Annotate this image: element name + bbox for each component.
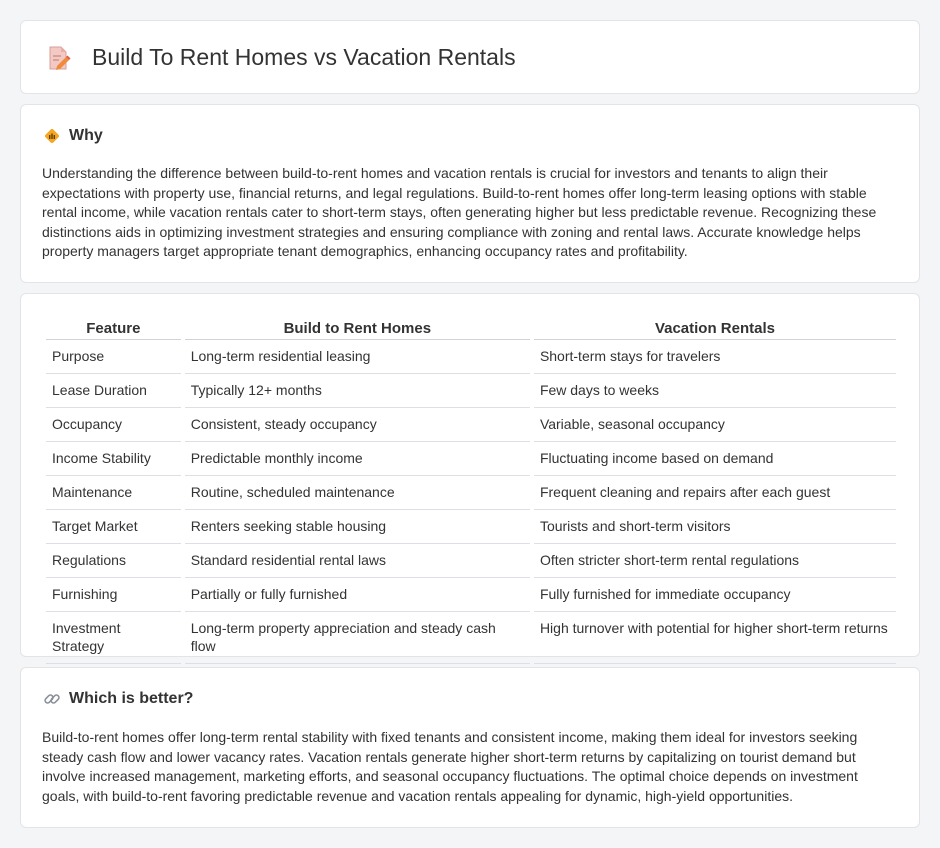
feature-cell: Purpose: [46, 340, 181, 374]
why-title: Why: [69, 127, 103, 144]
table-row: Target Market Renters seeking stable hou…: [46, 510, 896, 544]
comparison-section: Feature Build to Rent Homes Vacation Ren…: [20, 293, 920, 664]
feature-cell: Maintenance: [46, 476, 181, 510]
table-row: Purpose Long-term residential leasing Sh…: [46, 340, 896, 374]
vacation-rental-cell: High turnover with potential for higher …: [533, 612, 896, 664]
vacation-rental-cell: Fluctuating income based on demand: [533, 442, 896, 476]
feature-cell: Regulations: [46, 544, 181, 578]
feature-cell: Investment Strategy: [46, 612, 181, 664]
build-to-rent-cell: Renters seeking stable housing: [184, 510, 530, 544]
build-to-rent-cell: Long-term residential leasing: [184, 340, 530, 374]
table-row: Maintenance Routine, scheduled maintenan…: [46, 476, 896, 510]
table-row: Occupancy Consistent, steady occupancy V…: [46, 408, 896, 442]
title-card: Build To Rent Homes vs Vacation Rentals: [20, 20, 920, 94]
why-text: Understanding the difference between bui…: [42, 165, 877, 260]
build-to-rent-cell: Consistent, steady occupancy: [184, 408, 530, 442]
table-row: Investment Strategy Long-term property a…: [46, 612, 896, 664]
build-to-rent-cell: Typically 12+ months: [184, 374, 530, 408]
column-header-build-to-rent: Build to Rent Homes: [184, 316, 530, 340]
feature-cell: Lease Duration: [46, 374, 181, 408]
build-to-rent-cell: Partially or fully furnished: [184, 578, 530, 612]
build-to-rent-cell: Routine, scheduled maintenance: [184, 476, 530, 510]
column-header-feature: Feature: [46, 316, 181, 340]
vacation-rental-cell: Fully furnished for immediate occupancy: [533, 578, 896, 612]
feature-cell: Target Market: [46, 510, 181, 544]
table-row: Furnishing Partially or fully furnished …: [46, 578, 896, 612]
which-is-better-section: Which is better? Build-to-rent homes off…: [20, 667, 920, 828]
feature-cell: Furnishing: [46, 578, 181, 612]
vacation-rental-cell: Often stricter short-term rental regulat…: [533, 544, 896, 578]
comparison-table: Feature Build to Rent Homes Vacation Ren…: [42, 316, 900, 664]
document-edit-icon: [47, 45, 71, 71]
better-header: Which is better?: [43, 690, 193, 708]
why-section: Why Understanding the difference between…: [20, 104, 920, 283]
build-to-rent-cell: Standard residential rental laws: [184, 544, 530, 578]
table-row: Lease Duration Typically 12+ months Few …: [46, 374, 896, 408]
table-row: Regulations Standard residential rental …: [46, 544, 896, 578]
vacation-rental-cell: Few days to weeks: [533, 374, 896, 408]
vacation-rental-cell: Short-term stays for travelers: [533, 340, 896, 374]
title-row: Build To Rent Homes vs Vacation Rentals: [47, 44, 516, 71]
diamond-warning-icon: [43, 127, 61, 145]
page-title: Build To Rent Homes vs Vacation Rentals: [92, 44, 516, 70]
feature-cell: Income Stability: [46, 442, 181, 476]
build-to-rent-cell: Predictable monthly income: [184, 442, 530, 476]
vacation-rental-cell: Variable, seasonal occupancy: [533, 408, 896, 442]
link-icon: [43, 690, 61, 708]
table-row: Income Stability Predictable monthly inc…: [46, 442, 896, 476]
build-to-rent-cell: Long-term property appreciation and stea…: [184, 612, 530, 664]
feature-cell: Occupancy: [46, 408, 181, 442]
vacation-rental-cell: Frequent cleaning and repairs after each…: [533, 476, 896, 510]
better-text: Build-to-rent homes offer long-term rent…: [42, 729, 858, 804]
better-title: Which is better?: [69, 690, 194, 707]
vacation-rental-cell: Tourists and short-term visitors: [533, 510, 896, 544]
table-header-row: Feature Build to Rent Homes Vacation Ren…: [46, 316, 896, 340]
why-header: Why: [43, 127, 103, 145]
column-header-vacation-rentals: Vacation Rentals: [533, 316, 896, 340]
